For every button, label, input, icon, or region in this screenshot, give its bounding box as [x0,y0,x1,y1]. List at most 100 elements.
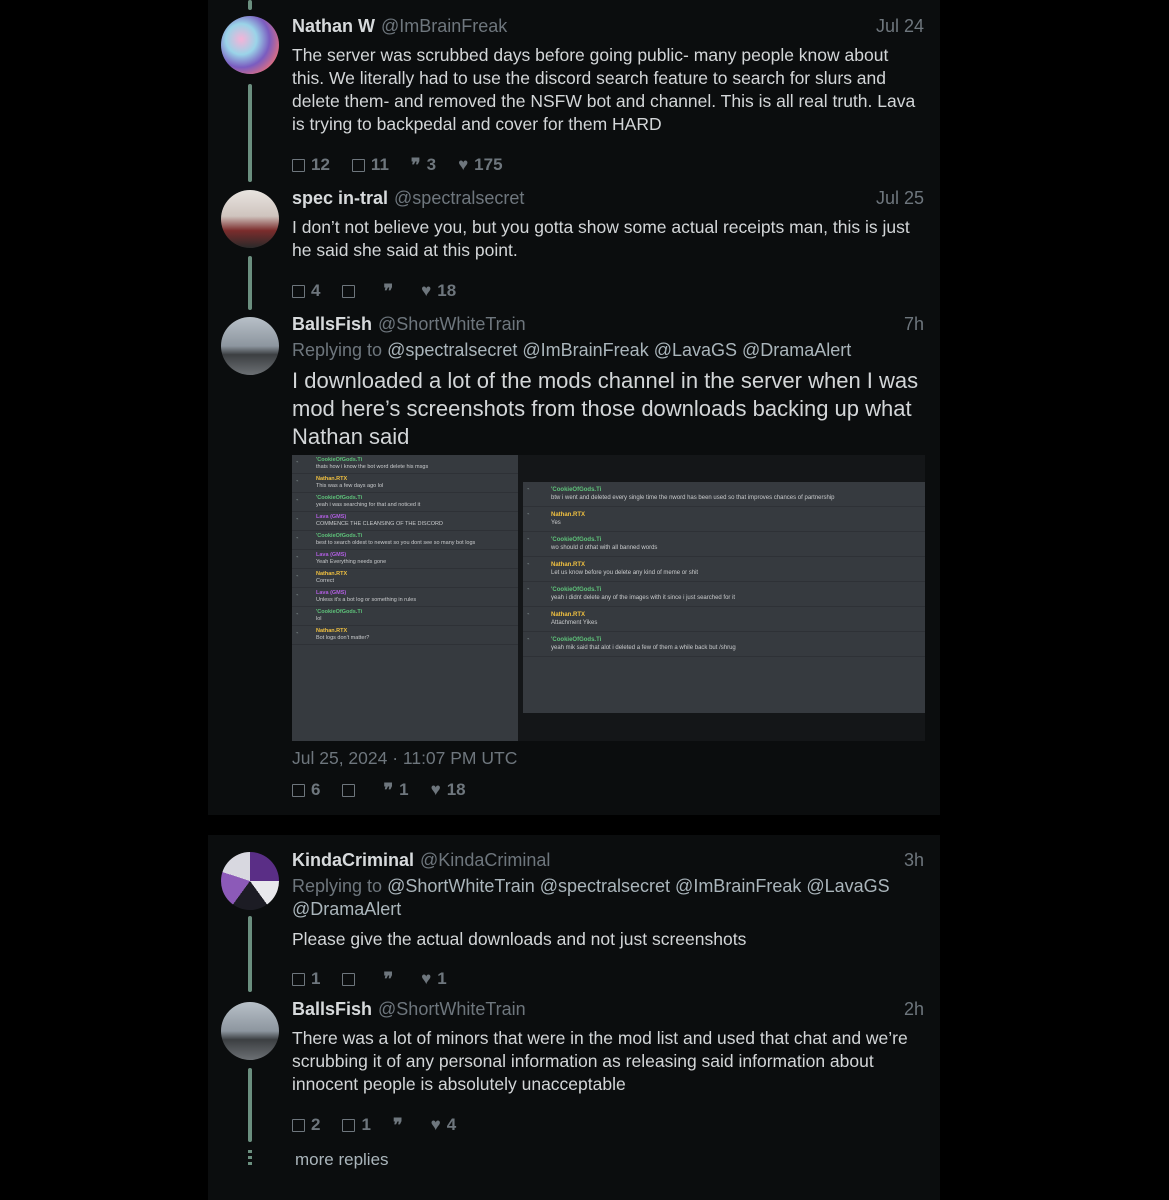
post: spec in-tral @spectralsecret Jul 25 I don… [292,188,924,301]
author-name[interactable]: spec in-tral [292,188,388,208]
avatar[interactable] [221,190,279,248]
discord-avatar-icon: ⌁ [527,561,530,566]
like-button[interactable]: ♥ 4 [431,1115,457,1135]
discord-message: ⌁ Nathan.RTX Yes [523,507,925,532]
heart-icon: ♥ [458,155,469,174]
quote-button[interactable]: ❞ [393,1115,409,1135]
discord-message-text: Yeah Everything needs gone [316,559,387,565]
reply-button[interactable]: 2 [292,1115,320,1135]
discord-message-text: Yes [551,520,561,526]
discord-avatar-icon: ⌁ [296,611,299,616]
author-handle[interactable]: @ShortWhiteTrain [378,999,526,1019]
discord-username: 'CookieOfGods.Ti [551,637,602,643]
post-time[interactable]: Jul 25 [876,188,924,209]
discord-message: ⌁ Lava (GMS) Unless it's a bot log or some… [292,588,518,607]
repost-button[interactable]: 1 [342,1115,371,1135]
post-timestamp[interactable]: Jul 25, 2024 · 11:07 PM UTC [292,748,932,769]
author-handle[interactable]: @KindaCriminal [420,850,550,870]
discord-avatar-icon: ⌁ [296,592,299,597]
author-name[interactable]: Nathan W [292,16,375,36]
like-button[interactable]: ♥ 175 [458,155,502,175]
thread-line [248,0,252,10]
discord-username: Lava (GMS) [316,514,347,520]
discord-message: ⌁ 'CookieOfGods.Ti thats how i know the bo… [292,455,518,474]
discord-message: ⌁ Lava (GMS) COMMENCE THE CLEANSING OF THE… [292,512,518,531]
quote-button[interactable]: ❞ [383,281,399,301]
more-replies-dots [248,1150,252,1168]
post: KindaCriminal @KindaCriminal 3h Replying … [292,850,924,989]
discord-avatar-icon: ⌁ [527,511,530,516]
reply-button[interactable]: 12 [292,155,330,175]
discord-screenshot-left[interactable]: ⌁ 'CookieOfGods.Ti thats how i know the bo… [292,455,518,741]
more-replies-link[interactable]: more replies [295,1150,389,1170]
discord-message: ⌁ Nathan.RTX Correct [292,569,518,588]
heart-icon: ♥ [430,1115,441,1134]
reply-icon [292,284,305,298]
reply-icon [292,158,305,172]
reply-button[interactable]: 6 [292,780,320,800]
discord-message: ⌁ 'CookieOfGods.Ti yeah i was searching fo… [292,493,518,512]
repost-icon [342,783,356,797]
discord-message-text: yeah i was searching for that and notice… [316,502,421,508]
repost-icon [342,284,356,298]
discord-avatar-icon: ⌁ [296,478,299,483]
discord-username: 'CookieOfGods.Ti [551,587,602,593]
reply-button[interactable]: 4 [292,281,320,301]
quote-button[interactable]: ❞ [383,969,399,989]
post-time[interactable]: Jul 24 [876,16,924,37]
discord-message-text: COMMENCE THE CLEANSING OF THE DISCORD [316,521,443,527]
avatar[interactable] [221,16,279,74]
post-stats: 6 ❞ 1 ♥ 18 [292,780,932,800]
attached-images[interactable]: ⌁ 'CookieOfGods.Ti thats how i know the bo… [292,455,925,741]
like-button[interactable]: ♥ 1 [421,969,447,989]
post-time[interactable]: 3h [904,850,924,871]
post-text: I downloaded a lot of the mods channel i… [292,368,919,449]
quote-icon: ❞ [383,969,394,989]
author-name[interactable]: BallsFish [292,314,372,334]
like-button[interactable]: ♥ 18 [421,281,456,301]
reply-mentions[interactable]: @DramaAlert [292,899,401,919]
author-name[interactable]: BallsFish [292,999,372,1019]
discord-message: ⌁ Nathan.RTX Attachment Yikes [523,607,925,632]
quote-button[interactable]: ❞ 1 [383,780,408,800]
author-handle[interactable]: @ImBrainFreak [381,16,507,36]
discord-username: 'CookieOfGods.Ti [316,533,363,539]
post-stats: 1 ❞ ♥ 1 [292,969,924,989]
discord-username: 'CookieOfGods.Ti [316,609,363,615]
reply-mentions[interactable]: @spectralsecret @ImBrainFreak @LavaGS @D… [387,340,851,360]
replying-to: Replying to @spectralsecret @ImBrainFrea… [292,340,852,360]
replying-to-continued: @DramaAlert [292,899,924,920]
repost-icon [342,1118,356,1132]
post-text: There was a lot of minors that were in t… [292,1028,908,1094]
discord-message: ⌁ Nathan.RTX Bot logs don't matter? [292,626,518,645]
quote-icon: ❞ [410,155,421,175]
discord-message-text: thats how i know the bot word delete his… [316,464,429,470]
avatar[interactable] [221,1002,279,1060]
thread-line [248,84,252,182]
discord-username: Nathan.RTX [316,628,348,634]
repost-button[interactable] [342,281,361,301]
avatar[interactable] [221,852,279,910]
post-stats: 4 ❞ ♥ 18 [292,281,924,301]
reply-mentions[interactable]: @ShortWhiteTrain @spectralsecret @ImBrai… [387,876,890,896]
reply-icon [292,1118,305,1132]
discord-avatar-icon: ⌁ [527,586,530,591]
repost-button[interactable]: 11 [351,155,389,175]
repost-button[interactable] [342,780,361,800]
like-button[interactable]: ♥ 18 [431,780,466,800]
discord-message-text: Unless it's a bot log or something in ru… [316,597,417,603]
post-stats: 12 11 ❞ 3 ♥ 175 [292,155,924,175]
repost-button[interactable] [342,969,361,989]
author-handle[interactable]: @spectralsecret [394,188,524,208]
post-time[interactable]: 2h [904,999,924,1020]
quote-button[interactable]: ❞ 3 [411,155,436,175]
discord-avatar-icon: ⌁ [527,536,530,541]
discord-message-text: yeah i didnt delete any of the images wi… [551,595,736,601]
post-time[interactable]: 7h [904,314,924,335]
author-name[interactable]: KindaCriminal [292,850,414,870]
reply-button[interactable]: 1 [292,969,320,989]
avatar[interactable] [221,317,279,375]
discord-screenshot-right[interactable]: ⌁ 'CookieOfGods.Ti btw i went and deleted … [523,482,925,713]
discord-message-text: Bot logs don't matter? [316,635,370,641]
author-handle[interactable]: @ShortWhiteTrain [378,314,526,334]
